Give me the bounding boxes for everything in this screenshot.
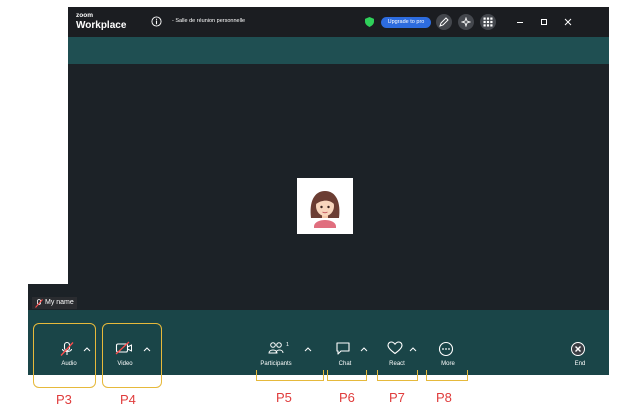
annotation-p7: P7	[389, 390, 405, 405]
participant-name-tag: My name	[32, 297, 77, 309]
annotation-p4: P4	[120, 392, 136, 407]
participants-label: Participants	[260, 361, 292, 367]
chat-button[interactable]: Chat	[335, 341, 351, 367]
heart-icon	[387, 341, 403, 355]
participant-avatar	[297, 178, 353, 234]
title-bar: zoom Workplace - Salle de réunion person…	[68, 7, 609, 37]
participants-options-chevron-up-icon[interactable]	[304, 346, 312, 352]
maximize-icon[interactable]	[538, 16, 550, 28]
minimize-icon[interactable]	[514, 16, 526, 28]
highlight-box-audio	[33, 323, 96, 388]
annotation-p6: P6	[339, 390, 355, 405]
ai-companion-button[interactable]	[458, 14, 474, 30]
highlight-bracket-chat	[327, 370, 367, 381]
more-button[interactable]: More	[438, 341, 455, 367]
grid-icon	[483, 17, 493, 27]
avatar-icon	[310, 191, 340, 228]
meeting-title: - Salle de réunion personnelle	[172, 18, 246, 24]
sparkle-icon	[461, 17, 471, 27]
more-dots-icon	[438, 341, 454, 357]
highlight-box-video	[102, 323, 162, 388]
pen-icon	[439, 17, 449, 27]
participant-name: My name	[45, 299, 74, 306]
react-button[interactable]: React	[387, 341, 405, 367]
react-options-chevron-up-icon[interactable]	[409, 346, 417, 352]
highlight-bracket-more	[426, 370, 468, 381]
mic-muted-icon	[35, 298, 43, 308]
info-icon[interactable]	[151, 16, 162, 27]
participants-icon	[268, 342, 284, 354]
chat-bubble-icon	[336, 342, 350, 355]
annotation-p8: P8	[436, 390, 452, 405]
zoom-logo: zoom Workplace	[76, 12, 127, 31]
participants-count: 1	[286, 342, 290, 348]
close-icon[interactable]	[562, 16, 574, 28]
upgrade-button[interactable]: Upgrade to pro	[381, 17, 431, 28]
annotation-p5: P5	[276, 390, 292, 405]
highlight-bracket-participants	[256, 370, 324, 381]
video-area	[68, 64, 609, 284]
apps-button[interactable]	[480, 14, 496, 30]
whiteboard-button[interactable]	[436, 14, 452, 30]
top-banner	[68, 37, 609, 64]
end-label: End	[574, 361, 586, 367]
participants-button[interactable]: Participants	[260, 341, 292, 367]
chat-label: Chat	[338, 361, 352, 367]
more-label: More	[441, 361, 455, 367]
end-button[interactable]: End	[570, 341, 586, 367]
chat-options-chevron-up-icon[interactable]	[360, 346, 368, 352]
shield-icon[interactable]	[365, 17, 374, 27]
end-x-icon	[571, 342, 585, 356]
highlight-bracket-react	[377, 370, 418, 381]
self-view-strip	[28, 284, 609, 310]
annotation-p3: P3	[56, 392, 72, 407]
